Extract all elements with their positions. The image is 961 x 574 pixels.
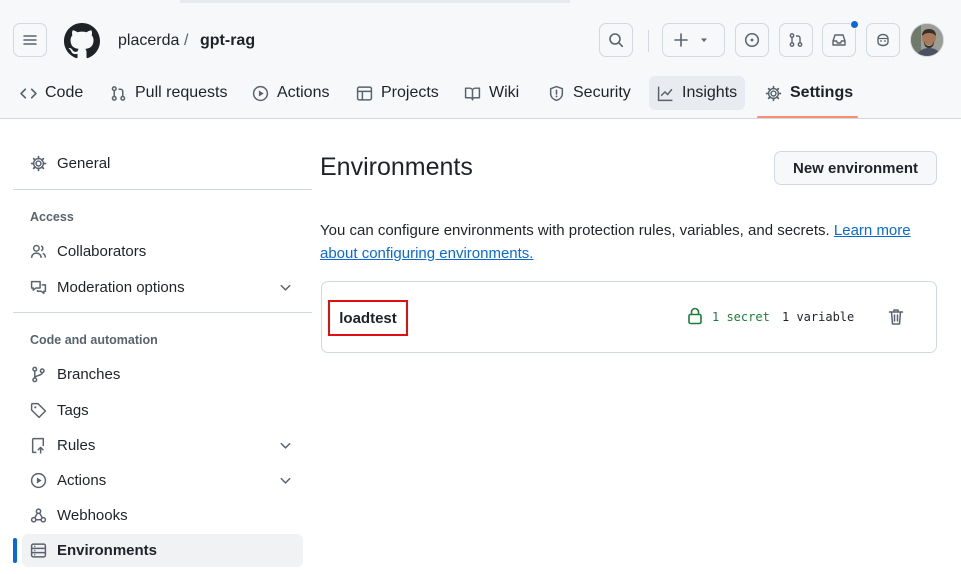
inbox-icon xyxy=(832,34,846,46)
git-pull-request-icon xyxy=(789,33,803,47)
sidebar-item-label: Actions xyxy=(57,472,107,489)
issues-button[interactable] xyxy=(735,23,769,57)
repo-owner-link[interactable]: placerda xyxy=(118,32,179,50)
tab-projects[interactable]: Projects xyxy=(348,76,447,110)
environment-name-link[interactable]: loadtest xyxy=(328,300,408,336)
table-icon xyxy=(356,85,373,101)
header-divider xyxy=(648,30,649,52)
sidebar-item-label: Environments xyxy=(57,542,158,559)
sidebar-item-label: Branches xyxy=(57,366,121,383)
git-branch-icon xyxy=(32,366,45,383)
tab-label: Pull requests xyxy=(135,84,228,101)
people-icon xyxy=(30,244,47,258)
breadcrumb-separator: / xyxy=(184,32,189,49)
active-tab-underline xyxy=(757,116,858,118)
triangle-down-icon xyxy=(701,38,707,42)
chevron-down-icon xyxy=(280,284,291,291)
tab-security[interactable]: Security xyxy=(540,76,639,110)
graph-icon xyxy=(657,86,673,101)
new-environment-button[interactable]: New environment xyxy=(774,151,937,185)
sidebar-divider xyxy=(13,189,312,190)
copilot-button[interactable] xyxy=(866,23,900,57)
avatar-image xyxy=(911,24,943,56)
plus-icon xyxy=(674,33,688,47)
tab-label: Projects xyxy=(381,84,439,101)
top-strip xyxy=(180,0,570,3)
secret-count: 1 secret xyxy=(712,310,770,324)
issue-opened-icon xyxy=(744,32,760,48)
sidebar-item-actions[interactable]: Actions xyxy=(22,464,303,497)
pull-requests-button[interactable] xyxy=(779,23,813,57)
sidebar-item-label: Tags xyxy=(57,402,89,419)
tab-pull-requests[interactable]: Pull requests xyxy=(102,76,236,110)
repo-push-icon xyxy=(31,437,45,454)
comment-discussion-icon xyxy=(30,280,47,295)
sidebar-item-webhooks[interactable]: Webhooks xyxy=(22,499,303,532)
tab-insights[interactable]: Insights xyxy=(649,76,746,110)
sidebar-item-label: Collaborators xyxy=(57,243,147,260)
sidebar-divider xyxy=(13,312,312,313)
play-icon xyxy=(30,472,47,489)
tag-icon xyxy=(30,402,47,419)
sidebar-item-general[interactable]: General xyxy=(22,147,303,180)
chevron-down-icon xyxy=(280,477,291,484)
trash-icon[interactable] xyxy=(888,308,904,326)
sidebar-item-label: General xyxy=(57,155,111,172)
gear-icon xyxy=(30,155,47,172)
copilot-icon xyxy=(877,33,889,47)
sidebar-heading-code-automation: Code and automation xyxy=(30,333,158,347)
search-button[interactable] xyxy=(599,23,633,57)
repo-header: placerda / gpt-rag Code Pull requests Ac… xyxy=(0,0,961,119)
tab-label: Actions xyxy=(277,84,330,101)
description-text: You can configure environments with prot… xyxy=(320,222,830,239)
user-avatar[interactable] xyxy=(910,23,944,57)
sidebar-item-tags[interactable]: Tags xyxy=(22,394,303,427)
environment-row: loadtest 1 secret 1 variable xyxy=(321,281,937,353)
page-title: Environments xyxy=(320,153,473,181)
sidebar-item-moderation-options[interactable]: Moderation options xyxy=(22,271,303,304)
tab-label: Insights xyxy=(682,84,738,101)
hamburger-icon xyxy=(23,35,37,45)
gear-icon xyxy=(765,85,782,101)
sidebar-item-rules[interactable]: Rules xyxy=(22,429,303,462)
git-pull-request-icon xyxy=(111,85,126,101)
chevron-down-icon xyxy=(280,442,291,449)
tab-settings[interactable]: Settings xyxy=(757,76,861,110)
tab-actions[interactable]: Actions xyxy=(244,76,337,110)
sidebar-active-indicator xyxy=(13,538,17,563)
sidebar-item-collaborators[interactable]: Collaborators xyxy=(22,235,303,268)
book-icon xyxy=(464,86,481,101)
tab-code[interactable]: Code xyxy=(12,76,91,110)
sidebar-item-environments[interactable]: Environments xyxy=(22,534,303,567)
github-logo-icon[interactable] xyxy=(64,23,100,59)
menu-button[interactable] xyxy=(13,23,47,57)
tab-label: Wiki xyxy=(489,84,520,101)
sidebar-item-label: Rules xyxy=(57,437,96,454)
tab-label: Settings xyxy=(790,84,854,101)
webhook-icon xyxy=(30,508,47,523)
tab-label: Code xyxy=(45,84,84,101)
shield-icon xyxy=(549,85,564,101)
lock-icon xyxy=(688,307,702,325)
play-icon xyxy=(252,85,269,101)
tab-label: Security xyxy=(573,84,631,101)
sidebar-item-branches[interactable]: Branches xyxy=(22,358,303,391)
code-icon xyxy=(20,87,37,99)
sidebar-heading-access: Access xyxy=(30,210,74,224)
repo-name-link[interactable]: gpt-rag xyxy=(200,32,255,50)
sidebar-item-label: Webhooks xyxy=(57,507,128,524)
variable-count: 1 variable xyxy=(782,310,855,324)
notification-dot xyxy=(850,20,859,29)
create-new-button[interactable] xyxy=(662,23,725,57)
search-icon xyxy=(609,33,624,48)
tab-wiki[interactable]: Wiki xyxy=(456,76,527,110)
server-icon xyxy=(30,543,47,558)
environments-description: You can configure environments with prot… xyxy=(320,219,935,265)
sidebar-item-label: Moderation options xyxy=(57,279,185,296)
